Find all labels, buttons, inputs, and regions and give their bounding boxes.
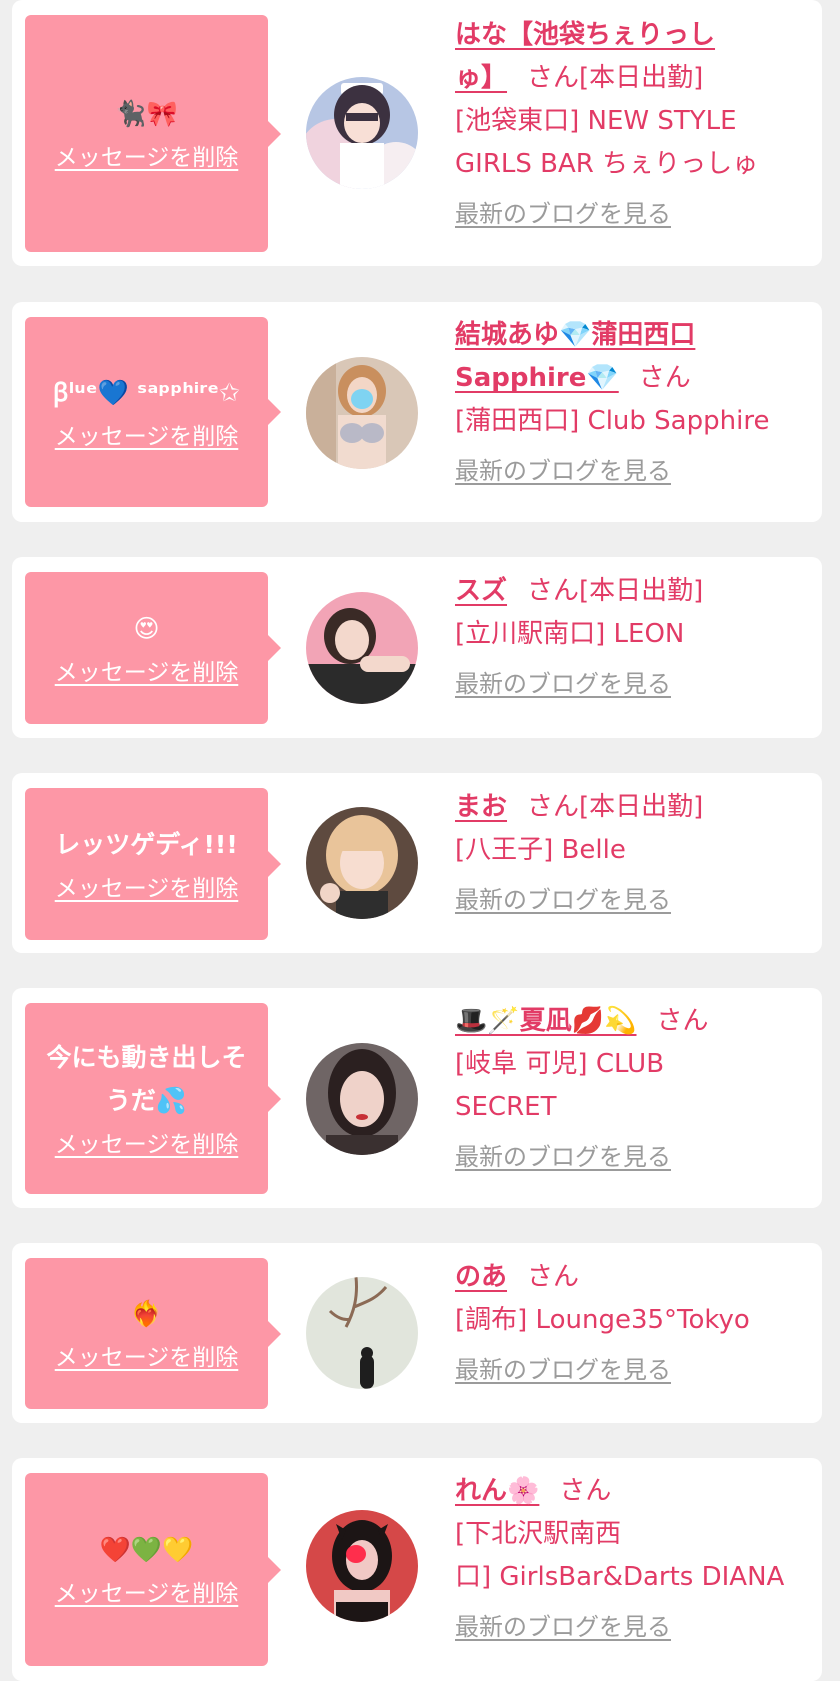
cast-name-link[interactable]: 結城あゆ💎蒲田西口 (455, 320, 695, 350)
message-text: ꞵˡᵘᵉ💙 ˢᵃᵖᵖʰⁱʳᵉ✩ (52, 377, 241, 407)
name-line: のあ さん (455, 1256, 815, 1299)
shop-label: [立川駅南口] LEON (455, 619, 685, 649)
message-card: ꞵˡᵘᵉ💙 ˢᵃᵖᵖʰⁱʳᵉ✩ メッセージを削除 結城あゆ💎蒲田西口 Sapphire… (12, 302, 822, 522)
cast-name-link[interactable]: ゅ】 (455, 63, 507, 93)
shop-label: [池袋東口] NEW STYLE (455, 106, 737, 136)
message-text: うだ💦 (105, 1085, 188, 1115)
message-text: ❤️💚💛 (99, 1535, 194, 1564)
latest-blog-link[interactable]: 最新のブログを見る (455, 1350, 671, 1385)
delete-message-link[interactable]: メッセージを削除 (55, 869, 239, 903)
cast-info: 結城あゆ💎蒲田西口 Sapphire💎 さん [蒲田西口] Club Sapphire… (455, 314, 815, 486)
avatar[interactable] (306, 807, 418, 919)
message-card: ❤️💚💛 メッセージを削除 れん🌸 さん [下北沢駅南西口] GirlsBar&Dart… (12, 1458, 822, 1681)
name-line: Sapphire💎 さん (455, 357, 815, 400)
latest-blog-link[interactable]: 最新のブログを見る (455, 664, 671, 699)
avatar[interactable] (306, 357, 418, 469)
cast-info: れん🌸 さん [下北沢駅南西口] GirlsBar&Darts DIANA 最新のブロ… (455, 1470, 815, 1642)
avatar[interactable] (306, 77, 418, 189)
name-line: はな【池袋ちぇりっし (455, 14, 815, 57)
avatar[interactable] (306, 592, 418, 704)
shop-label: 口] GirlsBar&Darts DIANA (455, 1562, 785, 1592)
message-card: 今にも動き出しそ うだ💦 メッセージを削除 🎩🪄夏凪💋💫 さん [岐阜 可児] CLUB S… (12, 988, 822, 1208)
honorific-label: さん (559, 1476, 612, 1506)
message-bubble: 😍 メッセージを削除 (25, 572, 281, 724)
shop-label: [岐阜 可児] CLUB (455, 1049, 665, 1079)
cast-info: はな【池袋ちぇりっし ゅ】 さん[本日出勤] [池袋東口] NEW STYLE GIRL… (455, 14, 815, 229)
latest-blog-link[interactable]: 最新のブログを見る (455, 1607, 671, 1642)
latest-blog-link[interactable]: 最新のブログを見る (455, 880, 671, 915)
avatar[interactable] (306, 1277, 418, 1389)
honorific-label: さん (527, 63, 580, 93)
cast-name-link[interactable]: 🎩🪄夏凪💋💫 (455, 1006, 637, 1036)
message-bubble: ❤️💚💛 メッセージを削除 (25, 1473, 281, 1666)
delete-message-link[interactable]: メッセージを削除 (55, 1338, 239, 1372)
avatar[interactable] (306, 1043, 418, 1155)
message-text: 🐈‍⬛🎀 (115, 99, 178, 128)
message-bubble: ꞵˡᵘᵉ💙 ˢᵃᵖᵖʰⁱʳᵉ✩ メッセージを削除 (25, 317, 281, 507)
attendance-status: [本日出勤] (579, 576, 704, 606)
cast-name-link[interactable]: れん🌸 (455, 1476, 539, 1506)
honorific-label: さん (527, 792, 580, 822)
message-card: 😍 メッセージを削除 スズ さん[本日出勤] [立川駅南口] LEON 最新のブログを見る (12, 557, 822, 738)
message-text: 😍 (133, 613, 160, 643)
latest-blog-link[interactable]: 最新のブログを見る (455, 1137, 671, 1172)
cast-name-link[interactable]: スズ (455, 576, 507, 606)
name-line: 🎩🪄夏凪💋💫 さん (455, 1000, 815, 1043)
shop-label: [八王子] Belle (455, 835, 626, 865)
cast-info: まお さん[本日出勤] [八王子] Belle 最新のブログを見る (455, 786, 815, 915)
name-line: 結城あゆ💎蒲田西口 (455, 314, 815, 357)
latest-blog-link[interactable]: 最新のブログを見る (455, 194, 671, 229)
shop-label: [蒲田西口] Club Sapphire (455, 406, 770, 436)
latest-blog-link[interactable]: 最新のブログを見る (455, 451, 671, 486)
message-text: 今にも動き出しそ (46, 1042, 247, 1072)
honorific-label: さん (638, 363, 691, 393)
name-line: れん🌸 さん (455, 1470, 815, 1513)
message-bubble: 今にも動き出しそ うだ💦 メッセージを削除 (25, 1003, 281, 1194)
shop-label: SECRET (455, 1092, 557, 1122)
message-bubble: レッツゲディ!!! メッセージを削除 (25, 788, 281, 940)
message-card: レッツゲディ!!! メッセージを削除 まお さん[本日出勤] [八王子] Belle 最新… (12, 773, 822, 953)
shop-label: [調布] Lounge35°Tokyo (455, 1305, 750, 1335)
delete-message-link[interactable]: メッセージを削除 (55, 1125, 239, 1159)
message-text: レッツゲディ!!! (55, 829, 238, 859)
honorific-label: さん (527, 1262, 580, 1292)
message-bubble: ❤️‍🔥 メッセージを削除 (25, 1258, 281, 1409)
attendance-status: [本日出勤] (579, 792, 704, 822)
honorific-label: さん (656, 1006, 709, 1036)
cast-info: のあ さん [調布] Lounge35°Tokyo 最新のブログを見る (455, 1256, 815, 1385)
cast-name-link[interactable]: のあ (455, 1262, 507, 1292)
name-line: まお さん[本日出勤] (455, 786, 815, 829)
delete-message-link[interactable]: メッセージを削除 (55, 1574, 239, 1608)
cast-name-link[interactable]: Sapphire💎 (455, 363, 619, 393)
name-line: スズ さん[本日出勤] (455, 570, 815, 613)
cast-name-link[interactable]: まお (455, 792, 507, 822)
message-text: ❤️‍🔥 (130, 1299, 163, 1328)
delete-message-link[interactable]: メッセージを削除 (55, 138, 239, 172)
name-line: ゅ】 さん[本日出勤] (455, 57, 815, 100)
message-list: 🐈‍⬛🎀 メッセージを削除 はな【池袋ちぇりっし ゅ】 さん[本日出勤] [池袋東口] N… (0, 0, 840, 1681)
message-bubble: 🐈‍⬛🎀 メッセージを削除 (25, 15, 281, 252)
cast-info: スズ さん[本日出勤] [立川駅南口] LEON 最新のブログを見る (455, 570, 815, 699)
message-card: 🐈‍⬛🎀 メッセージを削除 はな【池袋ちぇりっし ゅ】 さん[本日出勤] [池袋東口] N… (12, 0, 822, 266)
delete-message-link[interactable]: メッセージを削除 (55, 653, 239, 687)
attendance-status: [本日出勤] (579, 63, 704, 93)
avatar[interactable] (306, 1510, 418, 1622)
cast-name-link[interactable]: はな【池袋ちぇりっし (455, 20, 715, 50)
cast-info: 🎩🪄夏凪💋💫 さん [岐阜 可児] CLUB SECRET 最新のブログを見る (455, 1000, 815, 1172)
message-card: ❤️‍🔥 メッセージを削除 のあ さん [調布] Lounge35°Tokyo 最新のブロ… (12, 1243, 822, 1423)
shop-label: [下北沢駅南西 (455, 1519, 622, 1549)
honorific-label: さん (527, 576, 580, 606)
shop-label: GIRLS BAR ちぇりっしゅ (455, 149, 759, 179)
delete-message-link[interactable]: メッセージを削除 (55, 417, 239, 451)
